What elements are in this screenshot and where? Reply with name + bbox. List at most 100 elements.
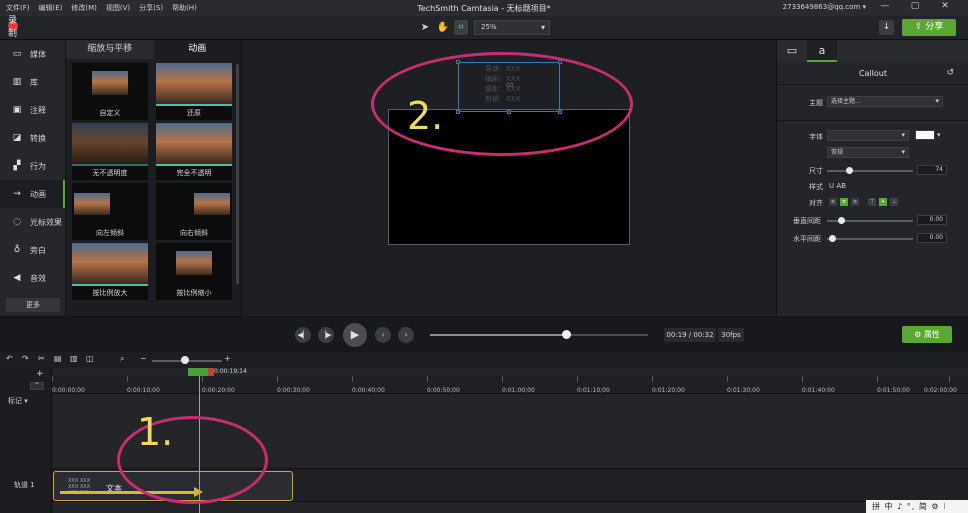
vertical-spacing-thumb[interactable] (838, 217, 845, 224)
collapse-tracks-icon[interactable]: ^ (30, 382, 44, 390)
playhead-handle[interactable] (188, 368, 210, 376)
play-icon[interactable]: ▶ (343, 323, 367, 347)
sidebar-item-behavior[interactable]: ▞ 行为 (0, 152, 65, 180)
align-left-icon[interactable]: ≡ (829, 198, 837, 206)
ime-toolbar[interactable]: 拼 中 ♪ °, 简 ⚙ ⁝ (866, 500, 968, 513)
minimize-button[interactable]: — (870, 1, 900, 11)
size-slider-track[interactable] (827, 170, 913, 172)
horizontal-spacing-thumb[interactable] (829, 235, 836, 242)
tab-animations[interactable]: 动画 (153, 40, 241, 59)
horizontal-spacing-input[interactable]: 0.00 (917, 233, 947, 243)
record-button[interactable]: 录制 (8, 16, 23, 39)
font-color-swatch[interactable] (915, 130, 935, 140)
timeline-zoom-thumb[interactable] (181, 356, 189, 364)
horizontal-spacing-track[interactable] (827, 238, 913, 240)
properties-panel: ▭ a Callout ↺ 主题 选择主题... 字体 ▾ 常规 尺寸 74 样… (776, 40, 968, 316)
sidebar-item-library[interactable]: ▥ 库 (0, 68, 65, 96)
ruler-label: 0:01:20;00 (652, 387, 685, 394)
animation-tile-scale-up[interactable]: 按比例放大 (72, 243, 148, 300)
marker-toggle[interactable]: 标记 ▾ (8, 396, 28, 406)
next-icon[interactable]: › (398, 327, 414, 343)
font-select[interactable] (827, 130, 909, 141)
track-label[interactable]: 轨道 1 (14, 480, 35, 490)
animation-tile-tilt-left[interactable]: 向左倾斜 (72, 183, 148, 240)
paste-icon[interactable]: ▥ (70, 354, 78, 363)
sidebar-item-annotation[interactable]: ▣ 注释 (0, 96, 65, 124)
account-menu[interactable]: 2733649863@qq.com ▾ (783, 3, 866, 11)
properties-button[interactable]: ⚙ 属性 (902, 326, 952, 343)
timeline-ruler[interactable]: 0:00:00;00 0:00:10;00 0:00:20;00 0:00:30… (52, 376, 968, 394)
sidebar-item-audio[interactable]: ◀ 音效 (0, 264, 65, 292)
animation-tile-no-opacity[interactable]: 无不透明度 (72, 123, 148, 180)
ruler-label: 0:00:10;00 (127, 387, 160, 394)
menu-help[interactable]: 帮助(H) (172, 3, 197, 13)
sidebar-item-label: 音效 (30, 273, 46, 283)
scrub-thumb[interactable] (562, 330, 571, 339)
step-forward-icon[interactable]: ▕▶ (318, 327, 334, 343)
zoom-search-icon[interactable]: ⌕ (120, 354, 124, 364)
ruler-tick (502, 376, 503, 382)
ruler-label: 0:00:00;00 (52, 387, 85, 394)
animation-tile-full-opacity[interactable]: 完全不透明 (156, 123, 232, 180)
cut-icon[interactable]: ✂ (38, 354, 45, 363)
ruler-tick (52, 376, 53, 382)
align-right-icon[interactable]: ≡ (851, 198, 859, 206)
fps-display[interactable]: 30fps (718, 328, 744, 342)
scrub-bar[interactable] (430, 334, 648, 336)
redo-icon[interactable]: ↷ (22, 354, 29, 363)
zoom-out-icon[interactable]: − (140, 354, 147, 363)
maximize-button[interactable]: ▢ (900, 1, 930, 11)
align-top-icon[interactable]: ⊤ (868, 198, 876, 206)
tile-caption: 无不透明度 (92, 169, 128, 177)
previous-icon[interactable]: ‹ (375, 327, 391, 343)
share-button[interactable]: ⇪ 分享 (902, 19, 956, 36)
crop-tool-icon[interactable]: ⌗ (454, 20, 468, 35)
zoom-in-icon[interactable]: + (224, 354, 231, 363)
size-input[interactable]: 74 (917, 165, 947, 175)
add-track-icon[interactable]: + (36, 369, 44, 379)
menu-share[interactable]: 分享(S) (139, 3, 163, 13)
sidebar-item-cursor[interactable]: ◌ 光标效果 (0, 208, 65, 236)
theme-select[interactable]: 选择主题... (827, 96, 943, 107)
animation-tile-tilt-right[interactable]: 向右倾斜 (156, 183, 232, 240)
menu-view[interactable]: 视图(V) (106, 3, 130, 13)
copy-icon[interactable]: ▤ (54, 354, 62, 363)
chevron-down-icon[interactable]: ▾ (937, 131, 941, 139)
sidebar-item-label: 动画 (30, 189, 46, 199)
align-middle-icon[interactable]: + (879, 198, 887, 206)
pan-tool-icon[interactable]: ✋ (436, 20, 450, 35)
menu-edit[interactable]: 编辑(E) (39, 3, 63, 13)
pointer-tool-icon[interactable]: ➤ (418, 20, 432, 35)
video-properties-tab-icon[interactable]: ▭ (777, 40, 807, 62)
animation-tabs: 缩放与平移 动画 (66, 40, 241, 59)
text-style-buttons[interactable]: U AB (829, 182, 846, 190)
menu-modify[interactable]: 修改(M) (71, 3, 97, 13)
size-slider-thumb[interactable] (846, 167, 853, 174)
split-icon[interactable]: ◫ (86, 354, 94, 363)
sidebar-item-animation[interactable]: → 动画 (0, 180, 65, 208)
ruler-label: 0:01:30;00 (727, 387, 760, 394)
animation-tile-scale-down[interactable]: 按比例缩小 (156, 243, 232, 300)
thumbnail (74, 193, 110, 215)
undo-icon[interactable]: ↶ (6, 354, 13, 363)
animation-tile-custom[interactable]: 自定义 (72, 63, 148, 120)
download-icon[interactable]: ↓ (879, 20, 894, 35)
sidebar-item-narration[interactable]: ♁ 旁白 (0, 236, 65, 264)
sidebar-item-media[interactable]: ▭ 媒体 (0, 40, 65, 68)
menu-file[interactable]: 文件(F) (6, 3, 30, 13)
tab-zoom-pan[interactable]: 缩放与平移 (66, 40, 154, 59)
animation-tile-restore[interactable]: 还原 (156, 63, 232, 120)
zoom-select[interactable]: 25% (474, 20, 550, 35)
step-back-icon[interactable]: ◀▏ (295, 327, 311, 343)
vertical-spacing-input[interactable]: 0.00 (917, 215, 947, 225)
align-bottom-icon[interactable]: ⊥ (890, 198, 898, 206)
align-center-icon[interactable]: ≡ (840, 198, 848, 206)
close-button[interactable]: ✕ (930, 1, 960, 11)
more-button[interactable]: 更多 (6, 298, 60, 312)
font-weight-select[interactable]: 常规 (827, 147, 909, 158)
text-properties-tab-icon[interactable]: a (807, 40, 837, 62)
sidebar-item-transition[interactable]: ◪ 转换 (0, 124, 65, 152)
ruler-tick (802, 376, 803, 382)
panel-scrollbar[interactable] (236, 64, 239, 284)
reset-icon[interactable]: ↺ (946, 68, 954, 78)
